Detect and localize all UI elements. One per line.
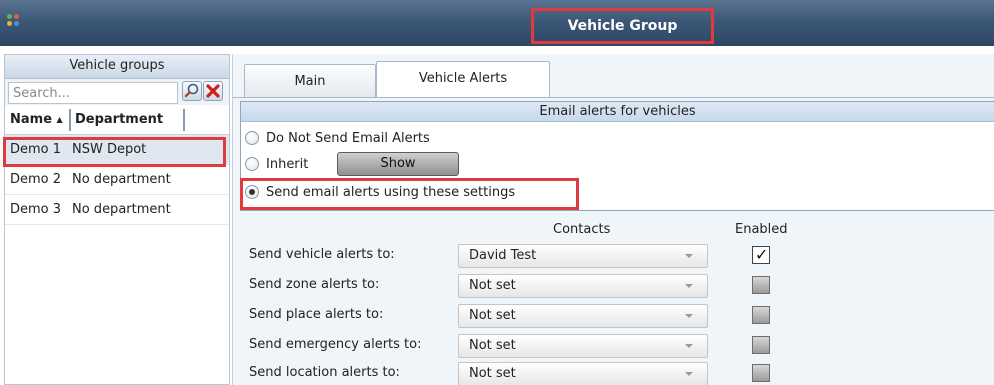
window-title: Vehicle Group [567,18,678,34]
group-department: No department [72,172,171,187]
option-label: Inherit [266,156,309,172]
contact-select[interactable]: Not set [458,304,708,328]
alert-label: Send emergency alerts to: [249,337,422,352]
chevron-down-icon [685,344,693,348]
list-item[interactable]: Demo 3 No department [5,195,229,225]
search-input[interactable] [8,82,178,104]
enabled-checkbox[interactable] [752,336,770,354]
column-divider[interactable] [183,109,185,131]
chevron-down-icon [685,372,693,376]
column-name-header[interactable]: Name ▲ [10,105,63,135]
option-label: Send email alerts using these settings [266,184,516,200]
show-button[interactable]: Show [337,152,459,176]
alert-row-vehicle: Send vehicle alerts to: David Test [233,240,994,270]
alert-label: Send zone alerts to: [249,277,380,292]
alert-row-zone: Send zone alerts to: Not set [233,270,994,300]
email-alerts-section: Email alerts for vehicles Do Not Send Em… [240,101,994,211]
group-name: Demo 2 [10,172,62,187]
column-department-header[interactable]: Department [75,105,163,135]
alert-row-emergency: Send emergency alerts to: Not set [233,330,994,360]
column-divider[interactable] [69,109,71,131]
contacts-column-header: Contacts [553,222,611,237]
email-alerts-heading: Email alerts for vehicles [241,102,994,122]
alert-label: Send place alerts to: [249,307,384,322]
sidebar-search-bar [5,79,229,105]
contact-select[interactable]: Not set [458,334,708,358]
option-label: Do Not Send Email Alerts [266,130,430,146]
enabled-checkbox[interactable] [752,364,770,382]
alert-row-place: Send place alerts to: Not set [233,300,994,330]
group-name: Demo 1 [10,142,62,157]
search-icon [184,83,199,98]
enabled-checkbox[interactable] [752,276,770,294]
enabled-checkbox[interactable] [752,306,770,324]
alert-row-location: Send location alerts to: Not set [233,358,994,385]
sort-ascending-icon: ▲ [56,115,63,124]
chevron-down-icon [685,314,693,318]
list-item[interactable]: Demo 2 No department [5,165,229,195]
group-name: Demo 3 [10,202,62,217]
group-department: No department [72,202,171,217]
radio-button[interactable] [245,131,259,145]
contact-select[interactable]: Not set [458,362,708,385]
tab-main[interactable]: Main [244,64,376,98]
tab-vehicle-alerts[interactable]: Vehicle Alerts [376,61,550,98]
radio-button[interactable] [245,185,259,199]
close-icon [206,84,220,98]
alert-label: Send vehicle alerts to: [249,247,395,262]
chevron-down-icon [685,254,693,258]
title-bar: Vehicle Group [0,0,994,46]
radio-button[interactable] [245,157,259,171]
option-send-using-settings[interactable]: Send email alerts using these settings [245,180,515,204]
app-logo-icon [7,14,21,28]
search-button[interactable] [182,81,202,101]
option-do-not-send[interactable]: Do Not Send Email Alerts [245,126,430,150]
chevron-down-icon [685,284,693,288]
sidebar-heading: Vehicle groups [5,55,229,79]
alert-label: Send location alerts to: [249,365,400,380]
vehicle-group-panel: Main Vehicle Alerts Email alerts for veh… [232,54,994,385]
sidebar-column-header: Name ▲ Department [5,105,229,135]
vehicle-groups-sidebar: Vehicle groups Name ▲ Department Demo 1 … [4,54,230,385]
tab-strip-divider [233,97,994,98]
enabled-checkbox[interactable] [752,245,770,264]
group-department: NSW Depot [72,142,147,157]
clear-search-button[interactable] [203,81,223,101]
enabled-column-header: Enabled [735,222,788,237]
contact-select[interactable]: Not set [458,274,708,298]
list-item[interactable]: Demo 1 NSW Depot [5,135,229,165]
option-inherit[interactable]: Inherit [245,152,308,176]
contact-select[interactable]: David Test [458,244,708,268]
